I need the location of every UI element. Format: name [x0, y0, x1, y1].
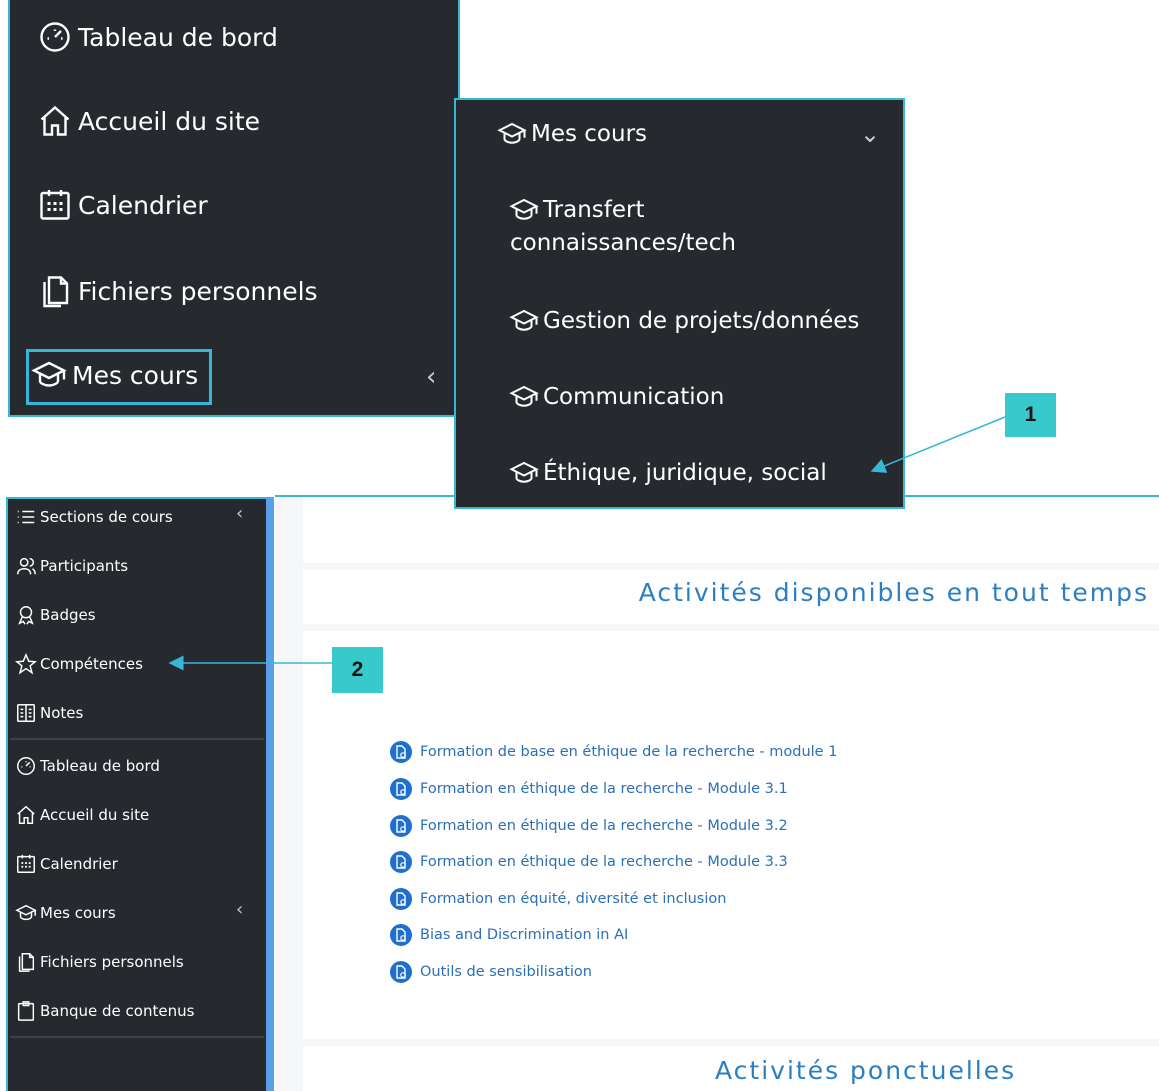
callout-badge-2: 2 [332, 647, 383, 693]
callout-badge-1: 1 [1005, 393, 1056, 437]
callout-arrows [168, 416, 1006, 671]
callout-arrow-1 [870, 416, 1006, 473]
